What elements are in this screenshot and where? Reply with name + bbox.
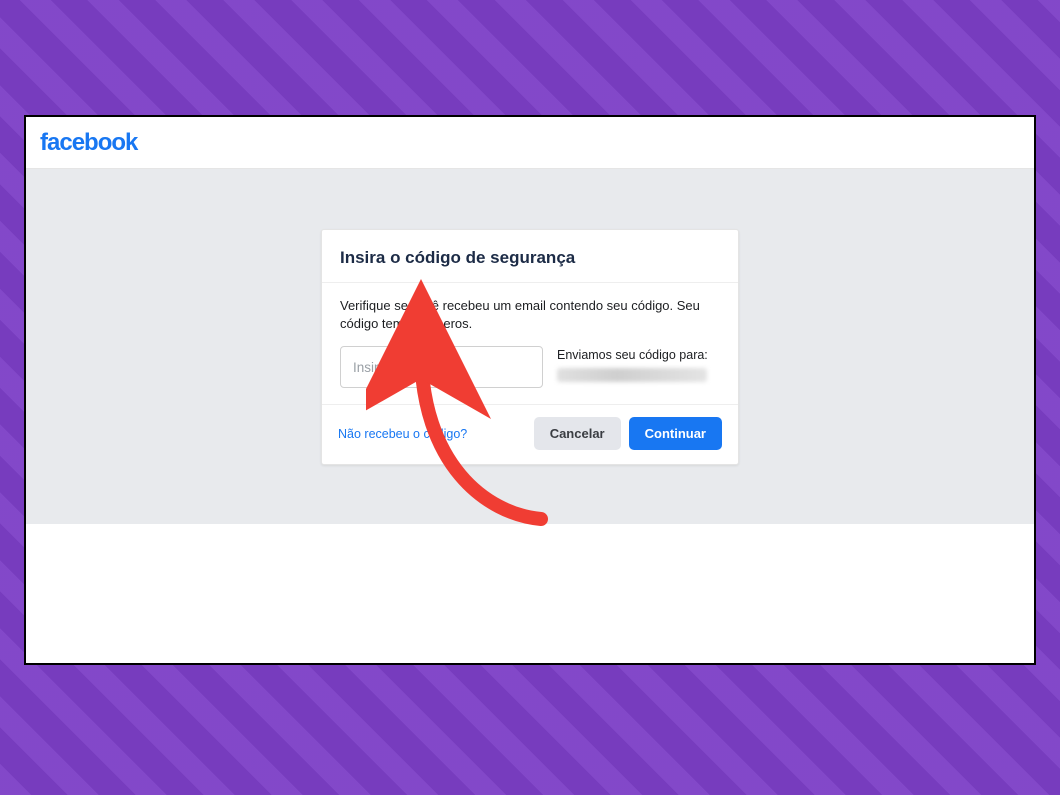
modal-description: Verifique se você recebeu um email conte… — [340, 297, 720, 332]
modal-title: Insira o código de segurança — [340, 248, 720, 268]
security-code-input[interactable] — [340, 346, 543, 388]
facebook-header: facebook — [26, 117, 1034, 169]
modal-body: Verifique se você recebeu um email conte… — [322, 282, 738, 404]
continue-button[interactable]: Continuar — [629, 417, 722, 450]
modal-header: Insira o código de segurança — [322, 230, 738, 282]
sent-to-label: Enviamos seu código para: — [557, 348, 708, 362]
security-code-modal: Insira o código de segurança Verifique s… — [321, 229, 739, 465]
cancel-button[interactable]: Cancelar — [534, 417, 621, 450]
button-group: Cancelar Continuar — [534, 417, 722, 450]
sent-to-note: Enviamos seu código para: — [557, 346, 720, 382]
code-input-row: Enviamos seu código para: — [340, 346, 720, 388]
content-area: Insira o código de segurança Verifique s… — [26, 169, 1034, 524]
did-not-receive-code-link[interactable]: Não recebeu o código? — [338, 427, 467, 441]
facebook-logo: facebook — [40, 129, 137, 157]
modal-footer: Não recebeu o código? Cancelar Continuar — [322, 404, 738, 464]
recipient-email-blurred — [557, 368, 707, 382]
app-window: facebook Insira o código de segurança Ve… — [24, 115, 1036, 665]
